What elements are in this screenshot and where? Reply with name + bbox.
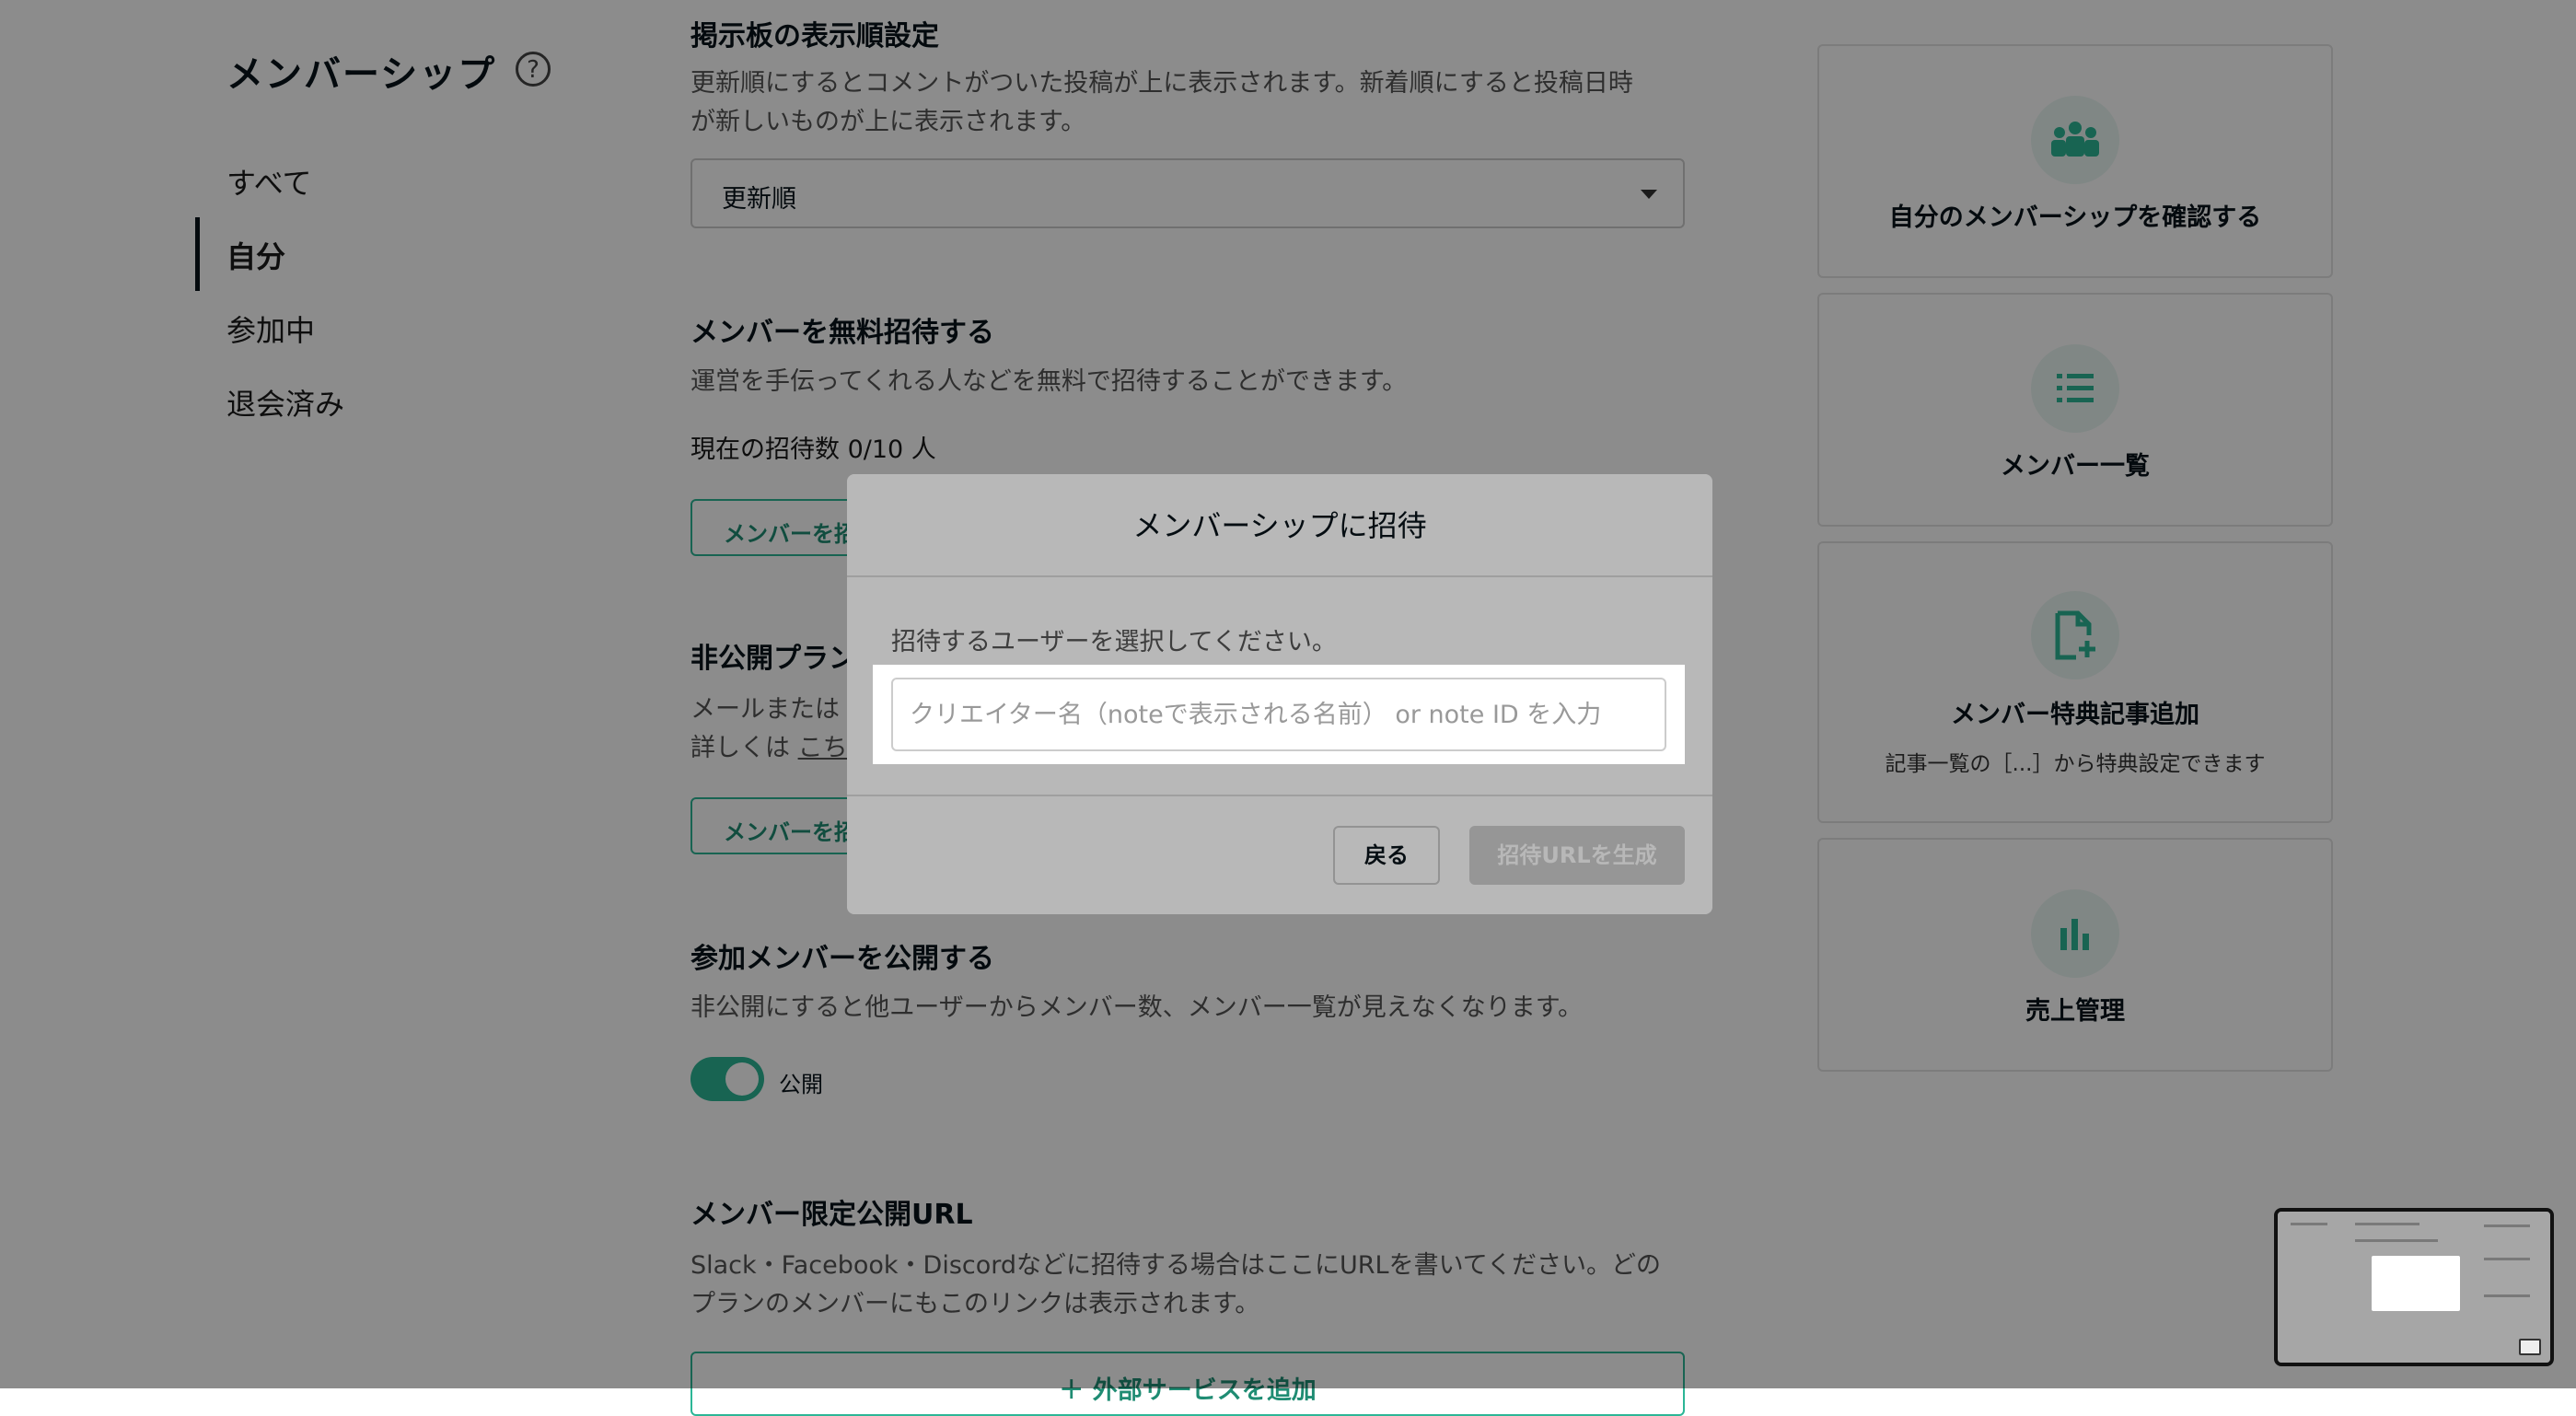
minimap-modal — [2372, 1256, 2460, 1311]
user-search-input[interactable] — [891, 678, 1666, 751]
minimap-toggle-icon[interactable] — [2519, 1339, 2541, 1355]
minimap-preview[interactable] — [2274, 1208, 2554, 1366]
highlighted-input-area — [873, 665, 1685, 764]
